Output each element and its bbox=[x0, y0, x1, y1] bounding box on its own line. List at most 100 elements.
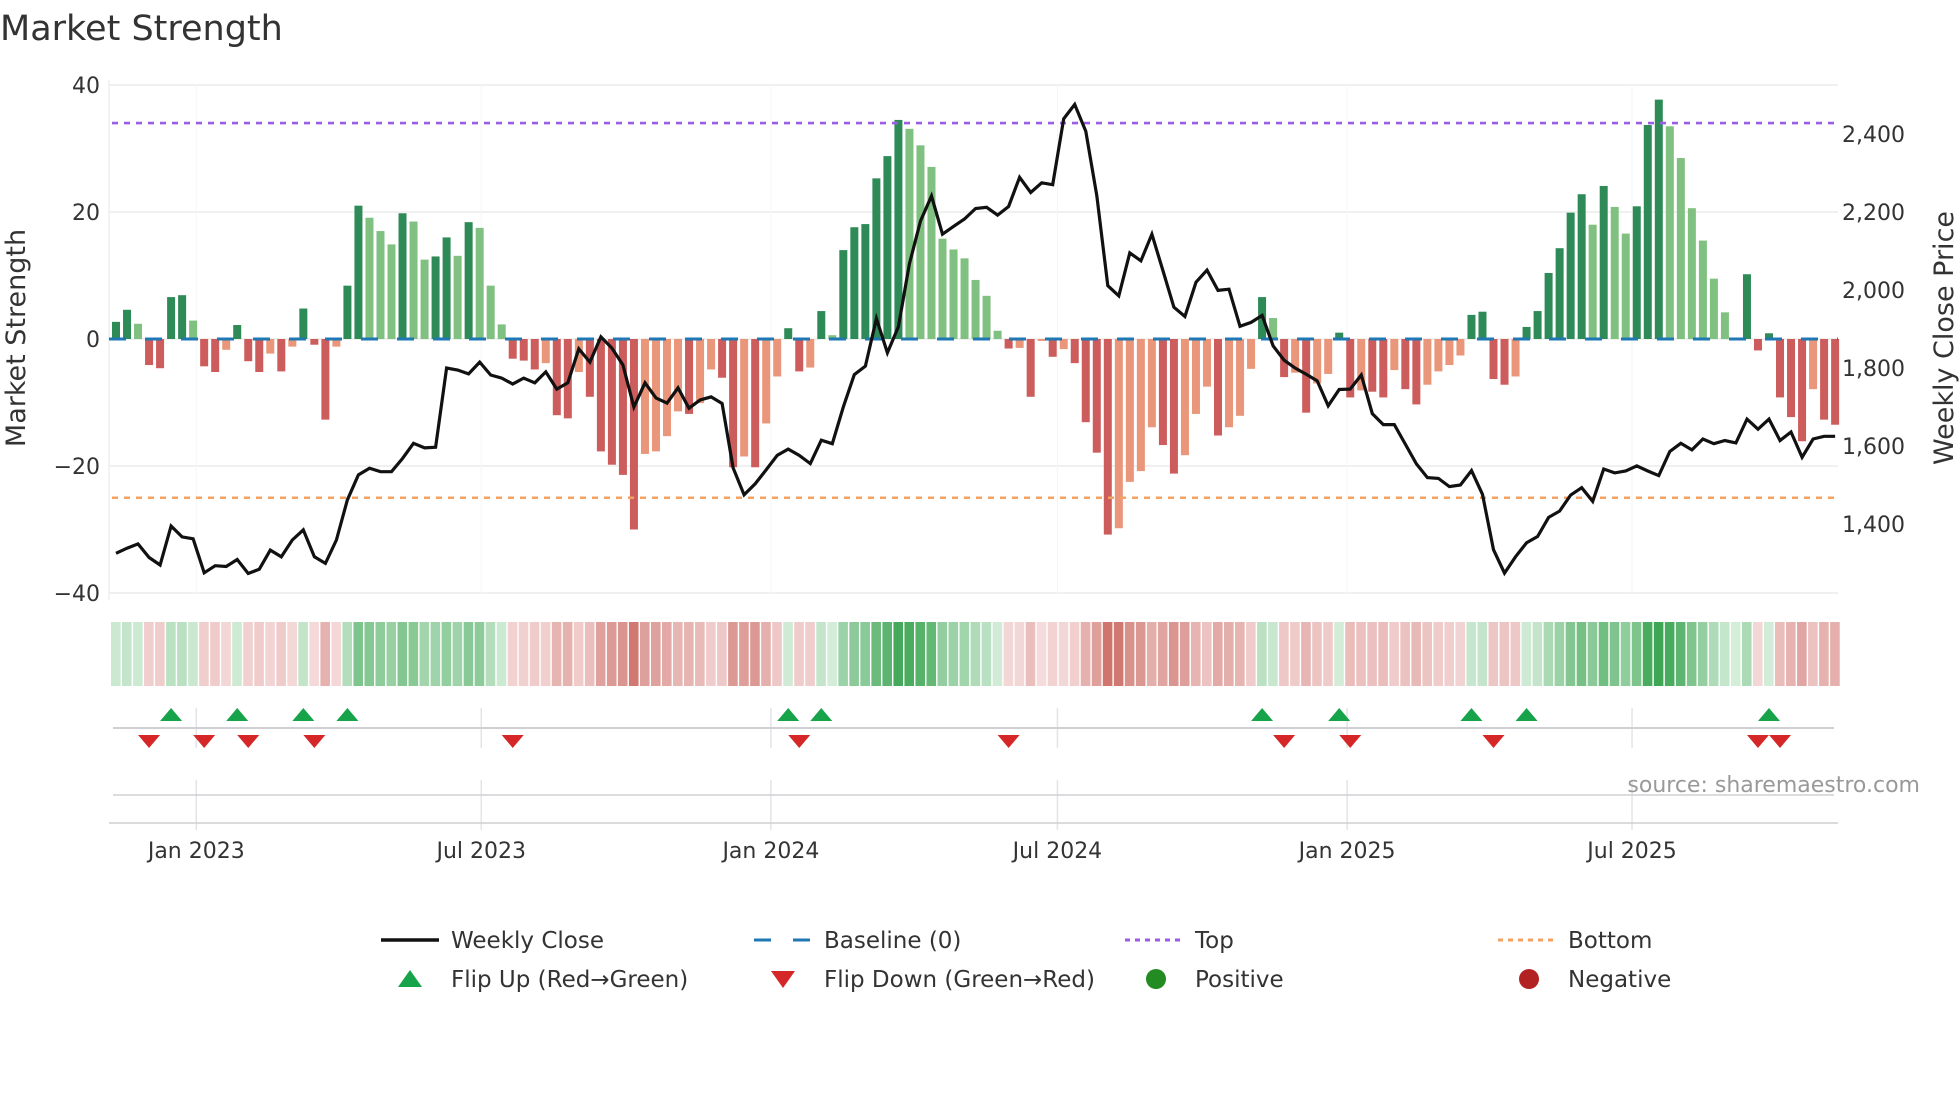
strength-bar bbox=[1654, 99, 1663, 339]
heat-cell bbox=[1014, 622, 1025, 686]
flip-up-marker bbox=[1251, 708, 1274, 721]
strength-bar bbox=[1489, 339, 1498, 380]
heat-cell bbox=[838, 622, 848, 686]
legend-label: Positive bbox=[1195, 967, 1284, 993]
heat-cell bbox=[276, 622, 286, 686]
positive-dot-icon bbox=[1146, 969, 1166, 989]
heat-cell bbox=[1554, 622, 1565, 686]
flip-down-marker bbox=[303, 735, 326, 748]
strength-bar bbox=[1236, 339, 1245, 416]
heat-cell bbox=[1025, 622, 1036, 686]
heat-cell bbox=[1797, 622, 1807, 686]
strength-bar bbox=[1423, 339, 1432, 385]
flip-down-marker bbox=[501, 735, 524, 748]
strength-bar bbox=[1742, 274, 1751, 339]
heat-cell bbox=[573, 622, 584, 686]
heat-cell bbox=[595, 622, 606, 686]
strength-bar bbox=[861, 224, 870, 339]
heat-cell bbox=[673, 622, 683, 686]
y2-tick-label: 2,000 bbox=[1842, 279, 1905, 304]
strength-bar bbox=[497, 324, 506, 339]
x-tick-label: Jan 2025 bbox=[1297, 839, 1396, 864]
heat-cell bbox=[1356, 622, 1366, 686]
heat-cell bbox=[397, 622, 408, 686]
x-tick-label: Jul 2024 bbox=[1011, 839, 1103, 864]
heat-cell bbox=[1642, 622, 1653, 686]
heat-cell bbox=[1058, 622, 1069, 686]
strength-bar bbox=[1820, 339, 1829, 420]
heat-cell bbox=[419, 622, 430, 686]
strength-bar bbox=[1522, 326, 1531, 339]
heat-cell bbox=[1830, 622, 1840, 686]
flip-up-marker bbox=[1515, 708, 1538, 721]
flip-down-marker bbox=[1482, 735, 1505, 748]
heat-strip bbox=[111, 622, 1840, 686]
strength-bar bbox=[211, 339, 220, 373]
strength-bar bbox=[773, 339, 782, 377]
strength-bar bbox=[409, 221, 418, 339]
y-tick-label: 0 bbox=[86, 328, 100, 353]
heat-cell bbox=[904, 622, 915, 686]
strength-bar bbox=[1037, 339, 1046, 341]
heat-cell bbox=[1113, 622, 1124, 686]
heat-cell bbox=[1003, 622, 1014, 686]
heat-cell bbox=[430, 622, 441, 686]
heat-cell bbox=[463, 622, 474, 686]
strength-bar bbox=[1445, 339, 1454, 366]
y-tick-label: −40 bbox=[54, 582, 100, 607]
heat-cell bbox=[1697, 622, 1708, 686]
heat-cell bbox=[662, 622, 672, 686]
x-tick-label: Jul 2025 bbox=[1585, 839, 1677, 864]
strength-bar bbox=[850, 227, 859, 339]
heat-cell bbox=[1235, 622, 1245, 686]
heat-cell bbox=[1301, 622, 1311, 686]
strength-bar bbox=[1070, 339, 1079, 364]
strength-bar bbox=[1202, 339, 1211, 387]
heat-cell bbox=[485, 622, 496, 686]
heat-cell bbox=[1444, 622, 1455, 686]
heat-cell bbox=[1334, 622, 1344, 686]
strength-bar bbox=[1588, 224, 1597, 339]
grid bbox=[108, 80, 1838, 830]
heat-cell bbox=[750, 622, 760, 686]
heat-cell bbox=[1323, 622, 1333, 686]
heat-cell bbox=[1422, 622, 1432, 686]
heat-cell bbox=[1752, 622, 1763, 686]
heat-cell bbox=[199, 622, 209, 686]
strength-bar bbox=[1665, 126, 1674, 340]
flip-down-marker bbox=[1339, 735, 1362, 748]
market-strength-chart: Market Strength 40200−20−40 2,4002,2002,… bbox=[0, 9, 1960, 993]
strength-bar bbox=[1048, 339, 1057, 357]
strength-bar bbox=[938, 238, 947, 339]
strength-bar bbox=[1169, 339, 1178, 474]
strength-bar bbox=[751, 339, 760, 468]
heat-cell bbox=[882, 622, 892, 686]
heat-cell bbox=[1598, 622, 1609, 686]
heat-cell bbox=[1036, 622, 1047, 686]
strength-bar bbox=[475, 227, 484, 339]
heat-cell bbox=[706, 622, 716, 686]
heat-cell bbox=[133, 622, 143, 686]
chart-title: Market Strength bbox=[0, 9, 283, 49]
heat-cell bbox=[452, 622, 463, 686]
heat-cell bbox=[496, 622, 507, 686]
strength-bar bbox=[200, 339, 209, 367]
strength-bar bbox=[1676, 158, 1685, 339]
heat-cell bbox=[959, 622, 970, 686]
heat-cell bbox=[992, 622, 1003, 686]
heat-cell bbox=[981, 622, 992, 686]
heat-cell bbox=[122, 622, 132, 686]
heat-cell bbox=[386, 622, 397, 686]
heat-cell bbox=[1345, 622, 1355, 686]
heat-cell bbox=[639, 622, 650, 686]
strength-bar bbox=[1412, 339, 1421, 405]
legend-label: Top bbox=[1194, 928, 1234, 954]
strength-bar bbox=[1191, 339, 1200, 414]
legend-label: Weekly Close bbox=[451, 928, 604, 954]
flip-up-marker bbox=[810, 708, 833, 721]
heat-cell bbox=[518, 622, 529, 686]
strength-bar bbox=[453, 255, 462, 339]
strength-bar bbox=[596, 339, 605, 452]
strength-bar bbox=[277, 339, 286, 372]
heat-cell bbox=[1124, 622, 1135, 686]
